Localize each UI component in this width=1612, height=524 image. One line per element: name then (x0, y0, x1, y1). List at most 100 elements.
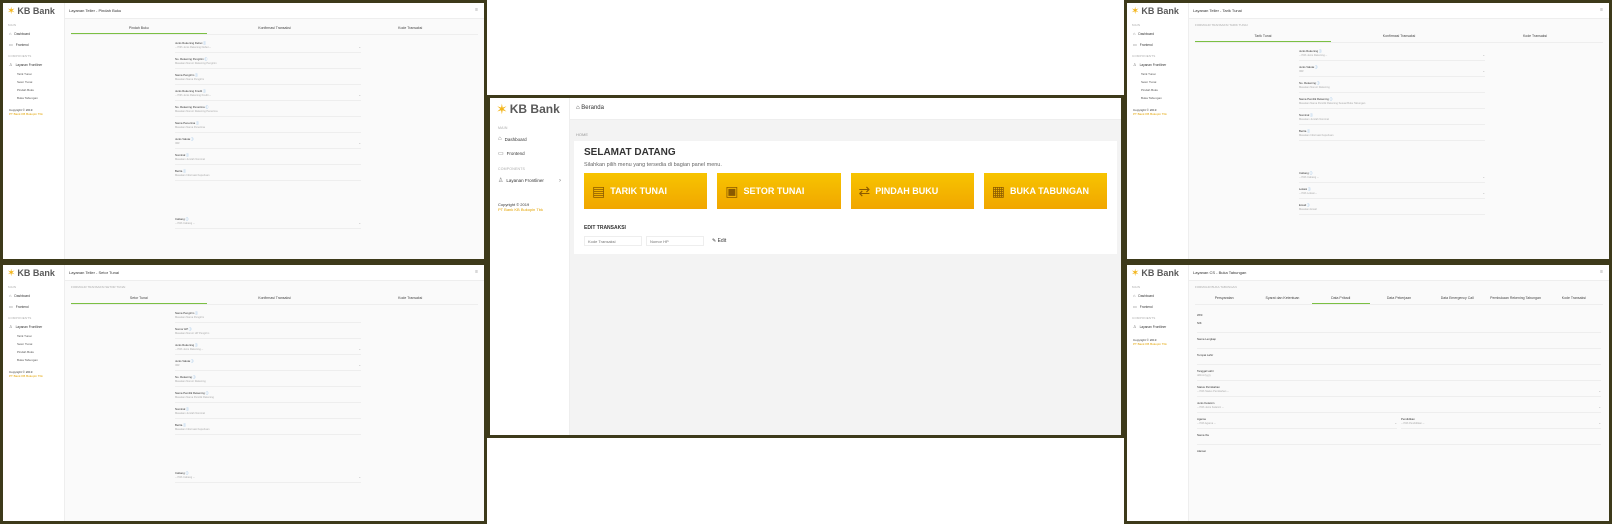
text-field[interactable]: Masukan Nama Pengirim (175, 77, 361, 85)
menu-setor-tunai[interactable]: ▣ SETOR TUNAI (717, 173, 841, 209)
select-field[interactable]: IDR ⌄ (1299, 69, 1485, 77)
select-field[interactable]: -- Pilih Jenis Kelamin -- ⌄ (1197, 405, 1601, 413)
sidebar-sub-pindah[interactable]: Pindah Buku (1127, 86, 1188, 94)
tab-tarik-tunai[interactable]: Tarik Tunai (1195, 31, 1331, 42)
tab-kode[interactable]: Kode Transaksi (342, 293, 478, 304)
sidebar-item-frontend[interactable]: ▭ Frontend (1127, 301, 1188, 312)
text-field[interactable] (1197, 341, 1601, 349)
hamburger-icon[interactable]: ≡ (1600, 269, 1603, 275)
tab-setor-tunai[interactable]: Setor Tunai (71, 293, 207, 304)
text-field[interactable]: Masukan Informasi Keperluan (175, 427, 361, 435)
text-field[interactable]: Masukan Jumlah Nominal (175, 411, 361, 419)
cabang-select[interactable]: -- Pilih Cabang -- ⌄ (175, 475, 361, 483)
nomor-hp-input[interactable] (646, 236, 704, 246)
sidebar-sub-pindah[interactable]: Pindah Buku (3, 86, 64, 94)
sidebar-item-dashboard[interactable]: ⌂ Dashboard (3, 290, 64, 301)
text-field[interactable] (1197, 357, 1601, 365)
company-link[interactable]: PT Bank KB Bukopin Tbk (1133, 112, 1182, 116)
select-field[interactable]: IDR ⌄ (175, 363, 361, 371)
hamburger-icon[interactable]: ≡ (475, 7, 478, 13)
logo[interactable]: ✶ KB Bank (490, 98, 569, 120)
nama-ibu-input[interactable] (1197, 437, 1601, 445)
sidebar-item-layanan[interactable]: ♙ Layanan Frontliner (3, 59, 64, 70)
tab-buka[interactable]: Syarat dan Ketentuan (1253, 293, 1311, 304)
select-field[interactable]: IDR ⌄ (175, 141, 361, 149)
select-field[interactable]: -- PIlih Jenis Rekening Debet -- ⌄ (175, 45, 361, 53)
text-field[interactable]: Masukan Nama Pemilik Rekening Sesuai Buk… (1299, 101, 1485, 109)
tab-kode[interactable]: Kode Transaksi (1467, 31, 1603, 42)
sidebar-sub-setor[interactable]: Setor Tunai (1127, 78, 1188, 86)
tab-konfirmasi[interactable]: Konfirmasi Transaksi (207, 23, 343, 34)
sidebar-item-frontend[interactable]: ▭ Frontend (490, 146, 569, 161)
sidebar-sub-buka[interactable]: Buka Tabungan (1127, 94, 1188, 102)
select-field[interactable]: -- Pilih Jenis Rekening -- ⌄ (175, 347, 361, 355)
select-field[interactable]: -- Pilih Lokasi -- ⌄ (1299, 191, 1485, 199)
pendidikan-select[interactable]: -- Pilih Pendidikan -- ⌄ (1401, 421, 1601, 429)
select-field[interactable]: -- Pilih Status Pernikahan -- ⌄ (1197, 389, 1601, 397)
text-field[interactable]: Masukan Nama Pengirim (175, 315, 361, 323)
sidebar-sub-setor[interactable]: Setor Tunai (3, 340, 64, 348)
sidebar-item-dashboard[interactable]: ⌂ Dashboard (490, 132, 569, 146)
text-field[interactable]: Masukan Informasi Keperluan (1299, 133, 1485, 141)
edit-button[interactable]: ✎ Edit (708, 236, 730, 246)
sidebar-sub-tarik[interactable]: Tarik Tunai (3, 70, 64, 78)
logo[interactable]: ✶ KB Bank (1127, 265, 1188, 281)
tab-konfirmasi[interactable]: Konfirmasi Transaksi (1331, 31, 1467, 42)
menu-tarik-tunai[interactable]: ▤ TARIK TUNAI (584, 173, 708, 209)
sidebar-sub-tarik[interactable]: Tarik Tunai (1127, 70, 1188, 78)
sidebar-item-frontend[interactable]: ▭ Frontend (1127, 39, 1188, 50)
select-field[interactable]: -- Pilih Cabang -- ⌄ (1299, 175, 1485, 183)
select-field[interactable]: -- PIlih Jenis Rekening Kredit -- ⌄ (175, 93, 361, 101)
menu-buka-tabungan[interactable]: ▦ BUKA TABUNGAN (983, 173, 1107, 209)
sidebar-item-frontend[interactable]: ▭ Frontend (3, 39, 64, 50)
text-field[interactable]: Masukan Jumlah Nominal (175, 157, 361, 165)
sidebar-item-dashboard[interactable]: ⌂ Dashboard (1127, 290, 1188, 301)
kode-transaksi-input[interactable] (584, 236, 642, 246)
tab-buka[interactable]: Pembukaan Rekening Tabungan (1486, 293, 1544, 304)
sidebar-item-layanan[interactable]: ♙ Layanan Frontliner (1127, 321, 1188, 332)
sidebar-item-dashboard[interactable]: ⌂ Dashboard (3, 28, 64, 39)
sidebar-item-dashboard[interactable]: ⌂ Dashboard (1127, 28, 1188, 39)
sidebar-sub-tarik[interactable]: Tarik Tunai (3, 332, 64, 340)
text-field[interactable]: Masukan Nomor HP Pengirim (175, 331, 361, 339)
sidebar-sub-pindah[interactable]: Pindah Buku (3, 348, 64, 356)
text-field[interactable]: Masukan Nama Penerima (175, 125, 361, 133)
tab-buka[interactable]: Kode Transaksi (1545, 293, 1603, 304)
company-link[interactable]: PT Bank KB Bukopin Tbk (9, 112, 58, 116)
company-link[interactable]: PT Bank KB Bukopin Tbk (1133, 342, 1182, 346)
logo[interactable]: ✶ KB Bank (1127, 3, 1188, 19)
text-field[interactable]: Masukan Email (1299, 207, 1485, 215)
sidebar-sub-buka[interactable]: Buka Tabungan (3, 94, 64, 102)
tab-buka[interactable]: Data Pekerjaan (1370, 293, 1428, 304)
sidebar-item-frontend[interactable]: ▭ Frontend (3, 301, 64, 312)
tab-pindah-buku[interactable]: Pindah Buku (71, 23, 207, 34)
tab-buka[interactable]: Data Pribadi (1311, 293, 1370, 304)
text-field[interactable]: Masukan Informasi Keperluan (175, 173, 361, 181)
cabang-select[interactable]: -- Pilih Cabang -- ⌄ (175, 221, 361, 229)
text-field[interactable]: Masukan Nomor Rekening (1299, 85, 1485, 93)
sidebar-sub-setor[interactable]: Setor Tunai (3, 78, 64, 86)
logo[interactable]: ✶ KB Bank (3, 265, 64, 281)
hamburger-icon[interactable]: ≡ (475, 269, 478, 275)
sidebar-sub-buka[interactable]: Buka Tabungan (3, 356, 64, 364)
text-field[interactable]: Masukan Nomor Rekening Pengirim (175, 61, 361, 69)
select-field[interactable]: -- Pilih Jenis Rekening -- ⌄ (1299, 53, 1485, 61)
text-field[interactable]: Masukan Nama Pemilik Rekening (175, 395, 361, 403)
text-field[interactable]: dd/mm/yyyy (1197, 373, 1601, 381)
tab-kode[interactable]: Kode Transaksi (342, 23, 478, 34)
company-link[interactable]: PT Bank KB Bukopin Tbk (498, 207, 561, 212)
tab-konfirmasi[interactable]: Konfirmasi Transaksi (207, 293, 343, 304)
logo[interactable]: ✶ KB Bank (3, 3, 64, 19)
text-field[interactable] (1197, 325, 1601, 333)
page-title[interactable]: Beranda (581, 105, 604, 111)
sidebar-item-layanan[interactable]: ♙ Layanan Frontliner (3, 321, 64, 332)
sidebar-item-layanan[interactable]: ♙ Layanan Frontliner (1127, 59, 1188, 70)
text-field[interactable]: Masukan Nomor Rekening Penerima (175, 109, 361, 117)
tab-buka[interactable]: Data Emergency Call (1428, 293, 1486, 304)
tab-buka[interactable]: Persyaratan (1195, 293, 1253, 304)
hamburger-icon[interactable]: ≡ (1600, 7, 1603, 13)
agama-select[interactable]: -- Pilih Agama -- ⌄ (1197, 421, 1397, 429)
sidebar-item-layanan[interactable]: ♙ Layanan Frontliner › (490, 173, 569, 188)
menu-pindah-buku[interactable]: ⇄ PINDAH BUKU (850, 173, 974, 209)
text-field[interactable]: Masukan Nomor Rekening (175, 379, 361, 387)
